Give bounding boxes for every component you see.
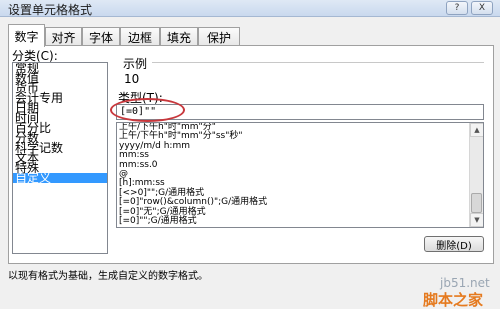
format-item[interactable]: mm:ss.0 [117, 160, 483, 170]
format-list[interactable]: 上午/下午h"时"mm"分" 上午/下午h"时"mm"分"ss"秒" yyyy/… [116, 122, 484, 228]
sample-value: 10 [124, 72, 140, 86]
format-item[interactable]: @ [117, 169, 483, 179]
sample-group-line [152, 62, 484, 63]
format-description: 以现有格式为基础，生成自定义的数字格式。 [8, 271, 208, 282]
scroll-up-arrow-icon[interactable]: ▲ [470, 123, 483, 137]
category-list[interactable]: 常规 数值 货币 会计专用 日期 时间 百分比 分数 科学记数 文本 特殊 自定… [12, 62, 108, 254]
category-item-custom[interactable]: 自定义 [13, 172, 107, 184]
highlight-ellipse [110, 98, 185, 122]
help-button[interactable]: ? [446, 1, 468, 15]
watermark-logo-text: 脚本之家 [423, 291, 484, 309]
format-item[interactable]: yyyy/m/d h:mm [117, 141, 483, 151]
format-item[interactable]: [=0]"";G/通用格式 [117, 216, 483, 226]
title-bar: 设置单元格格式 ? X [0, 0, 500, 17]
tab-number[interactable]: 数字 [8, 24, 45, 47]
format-list-scrollbar[interactable]: ▲ ▼ [469, 123, 483, 227]
window-title: 设置单元格格式 [8, 3, 93, 17]
delete-button[interactable]: 删除(D) [424, 236, 484, 252]
tab-alignment[interactable]: 对齐 [45, 27, 82, 46]
close-button[interactable]: X [471, 1, 493, 15]
tab-border[interactable]: 边框 [120, 27, 160, 46]
tab-protection[interactable]: 保护 [198, 27, 240, 46]
format-item[interactable]: mm:ss [117, 150, 483, 160]
tab-font[interactable]: 字体 [82, 27, 120, 46]
tab-fill[interactable]: 填充 [160, 27, 198, 46]
watermark-url: jb51.net [440, 276, 490, 290]
scroll-thumb[interactable] [471, 193, 482, 213]
scroll-down-arrow-icon[interactable]: ▼ [470, 213, 483, 227]
